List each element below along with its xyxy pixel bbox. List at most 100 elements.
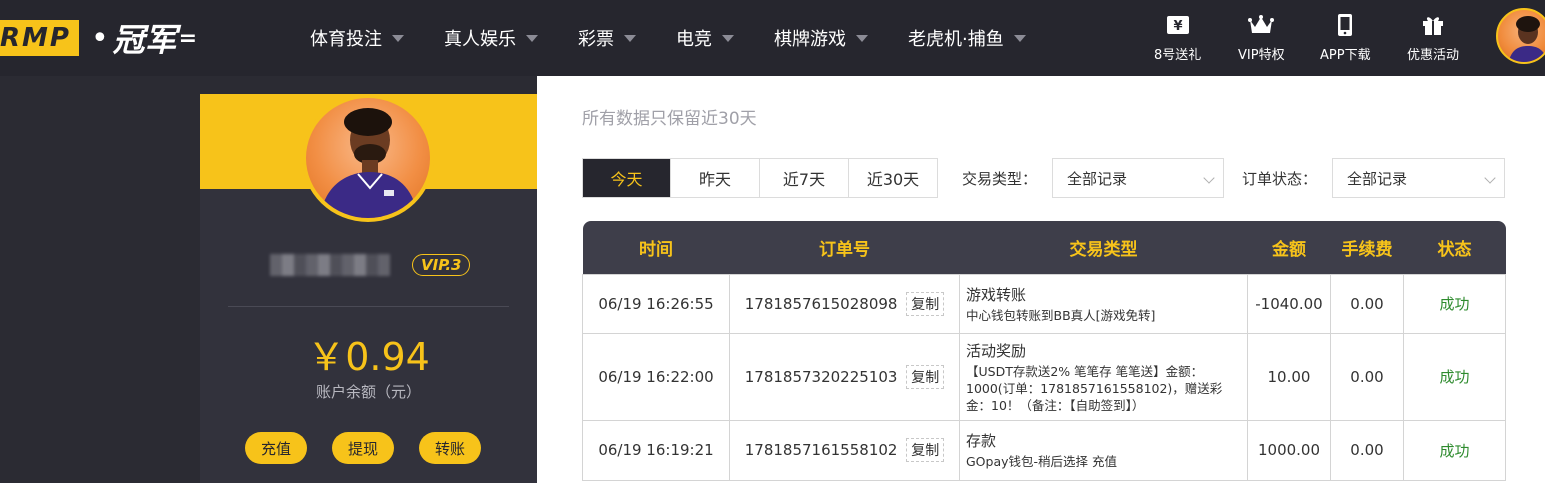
type-description: 中心钱包转账到BB真人[游戏免转] xyxy=(966,307,1156,323)
order-status-value: 全部记录 xyxy=(1347,169,1408,188)
transaction-type-select[interactable]: 全部记录 xyxy=(1052,158,1224,198)
quick-link-vip[interactable]: VIP特权 xyxy=(1238,12,1285,63)
nav-item-live-casino[interactable]: 真人娱乐 xyxy=(444,25,538,51)
column-header-time: 时间 xyxy=(639,239,673,260)
date-range-tabs: 今天 昨天 近7天 近30天 xyxy=(582,158,938,198)
main-nav: 体育投注 真人娱乐 彩票 电竞 棋牌游戏 老虎机·捕鱼 xyxy=(310,0,1066,76)
nav-item-label: 彩票 xyxy=(578,29,614,50)
nav-item-label: 棋牌游戏 xyxy=(774,29,846,50)
top-navbar: RMP • 冠军 = 体育投注 真人娱乐 彩票 电竞 棋牌游戏 老虎机·捕鱼 ¥… xyxy=(0,0,1545,76)
type-title: 游戏转账 xyxy=(966,285,1027,304)
transactions-table-wrap: 时间 订单号 交易类型 金额 手续费 状态 06/19 16:26:55 178… xyxy=(582,221,1506,481)
nav-item-label: 电竞 xyxy=(676,29,712,50)
quick-link-promotions[interactable]: 优惠活动 xyxy=(1407,12,1459,63)
player-portrait-icon xyxy=(320,108,418,218)
column-header-amount: 金额 xyxy=(1272,239,1306,260)
cell-amount: 10.00 xyxy=(1247,332,1331,421)
nav-item-sports[interactable]: 体育投注 xyxy=(310,25,404,51)
tab-yesterday[interactable]: 昨天 xyxy=(671,159,760,197)
logo-box: RMP xyxy=(0,20,79,56)
logo-name: 冠军 xyxy=(112,21,177,59)
cell-status: 成功 xyxy=(1403,273,1506,334)
tab-last-7-days[interactable]: 近7天 xyxy=(760,159,849,197)
cell-time: 06/19 16:19:21 xyxy=(582,419,730,481)
cell-time: 06/19 16:26:55 xyxy=(582,273,730,334)
brand-logo[interactable]: RMP • 冠军 = xyxy=(0,20,198,59)
type-description: 【USDT存款送2% 笔笔存 笔笔送】金额：1000(订单：1781857161… xyxy=(966,363,1223,413)
wallet-actions: 充值 提现 转账 xyxy=(245,432,506,464)
type-title: 存款 xyxy=(966,432,997,450)
cell-order-no: 1781857320225103 复制 xyxy=(729,332,960,421)
tab-last-30-days[interactable]: 近30天 xyxy=(849,159,937,197)
copy-button[interactable]: 复制 xyxy=(906,364,945,389)
quick-link-label: 优惠活动 xyxy=(1407,48,1460,63)
order-number: 1781857615028098 xyxy=(744,294,898,313)
chevron-down-icon xyxy=(392,34,404,42)
copy-button[interactable]: 复制 xyxy=(906,291,945,316)
logo-tail-mark: = xyxy=(178,25,198,51)
chevron-down-icon xyxy=(526,34,538,42)
profile-panel: VIP.3 ￥0.94 账户余额（元） 充值 提现 转账 xyxy=(200,94,537,483)
yen-ticket-icon: ¥ xyxy=(1165,12,1191,38)
phone-icon xyxy=(1332,12,1358,38)
account-balance: ￥0.94 xyxy=(307,335,430,379)
player-portrait-icon xyxy=(1508,16,1545,62)
quick-link-app[interactable]: APP下载 xyxy=(1320,12,1371,63)
chevron-down-icon xyxy=(624,34,636,42)
cell-order-no: 1781857615028098 复制 xyxy=(729,273,960,334)
column-header-status: 状态 xyxy=(1437,239,1472,260)
cell-status: 成功 xyxy=(1403,419,1506,481)
crown-icon xyxy=(1248,12,1275,38)
withdraw-button[interactable]: 提现 xyxy=(332,432,394,464)
cell-type: 活动奖励 【USDT存款送2% 笔笔存 笔笔送】金额：1000(订单：17818… xyxy=(959,332,1248,421)
quick-link-label: 8号送礼 xyxy=(1154,48,1202,63)
vip-badge: VIP.3 xyxy=(412,254,471,276)
transactions-table: 时间 订单号 交易类型 金额 手续费 状态 06/19 16:26:55 178… xyxy=(582,221,1506,481)
cell-fee: 0.00 xyxy=(1330,273,1404,334)
transaction-type-label: 交易类型： xyxy=(962,170,1038,188)
cell-type: 存款 GOpay钱包-稍后选择 充值 xyxy=(959,419,1248,481)
cell-time: 06/19 16:22:00 xyxy=(582,332,730,421)
cell-type: 游戏转账 中心钱包转账到BB真人[游戏免转] xyxy=(959,273,1248,334)
quick-link-label: APP下载 xyxy=(1320,48,1371,63)
svg-text:¥: ¥ xyxy=(1173,19,1182,34)
quick-link-label: VIP特权 xyxy=(1238,48,1285,63)
order-status-label: 订单状态： xyxy=(1242,170,1318,188)
column-header-order-no: 订单号 xyxy=(819,239,870,260)
nav-item-label: 真人娱乐 xyxy=(444,29,516,50)
cell-amount: -1040.00 xyxy=(1247,273,1331,334)
chevron-down-icon xyxy=(1013,34,1026,42)
nav-item-lottery[interactable]: 彩票 xyxy=(578,25,636,51)
divider xyxy=(228,306,509,307)
copy-button[interactable]: 复制 xyxy=(906,438,945,462)
cell-status: 成功 xyxy=(1403,332,1506,421)
table-row: 06/19 16:19:21 1781857161558102 复制 存款 GO… xyxy=(582,419,1506,481)
nav-item-label: 老虎机·捕鱼 xyxy=(908,29,1004,50)
type-title: 活动奖励 xyxy=(966,341,1027,360)
transfer-button[interactable]: 转账 xyxy=(419,432,481,464)
deposit-button[interactable]: 充值 xyxy=(245,432,307,464)
cell-order-no: 1781857161558102 复制 xyxy=(729,419,960,481)
chevron-down-icon xyxy=(1484,172,1496,184)
table-row: 06/19 16:26:55 1781857615028098 复制 游戏转账 … xyxy=(582,273,1506,334)
column-header-fee: 手续费 xyxy=(1341,239,1393,260)
transaction-records-panel: 所有数据只保留近30天 今天 昨天 近7天 近30天 交易类型： 全部记录 订单… xyxy=(537,76,1545,483)
nav-item-card-games[interactable]: 棋牌游戏 xyxy=(774,25,868,51)
order-status-select[interactable]: 全部记录 xyxy=(1332,158,1505,198)
profile-avatar[interactable] xyxy=(302,94,434,222)
quick-link-gift-8[interactable]: ¥ 8号送礼 xyxy=(1154,12,1201,63)
transaction-type-value: 全部记录 xyxy=(1067,169,1128,188)
chevron-down-icon xyxy=(722,34,734,42)
nav-item-label: 体育投注 xyxy=(310,29,382,50)
retention-note: 所有数据只保留近30天 xyxy=(582,109,757,129)
column-header-type: 交易类型 xyxy=(1069,239,1138,260)
table-header-row: 时间 订单号 交易类型 金额 手续费 状态 xyxy=(582,221,1506,274)
user-avatar-top[interactable] xyxy=(1496,8,1545,64)
tab-today[interactable]: 今天 xyxy=(583,159,671,197)
order-number: 1781857320225103 xyxy=(744,367,898,386)
cell-fee: 0.00 xyxy=(1330,332,1404,421)
nav-item-slots-fishing[interactable]: 老虎机·捕鱼 xyxy=(908,25,1026,51)
nav-item-esports[interactable]: 电竞 xyxy=(676,25,734,51)
logo-dot: • xyxy=(90,20,109,56)
cell-fee: 0.00 xyxy=(1330,419,1404,481)
